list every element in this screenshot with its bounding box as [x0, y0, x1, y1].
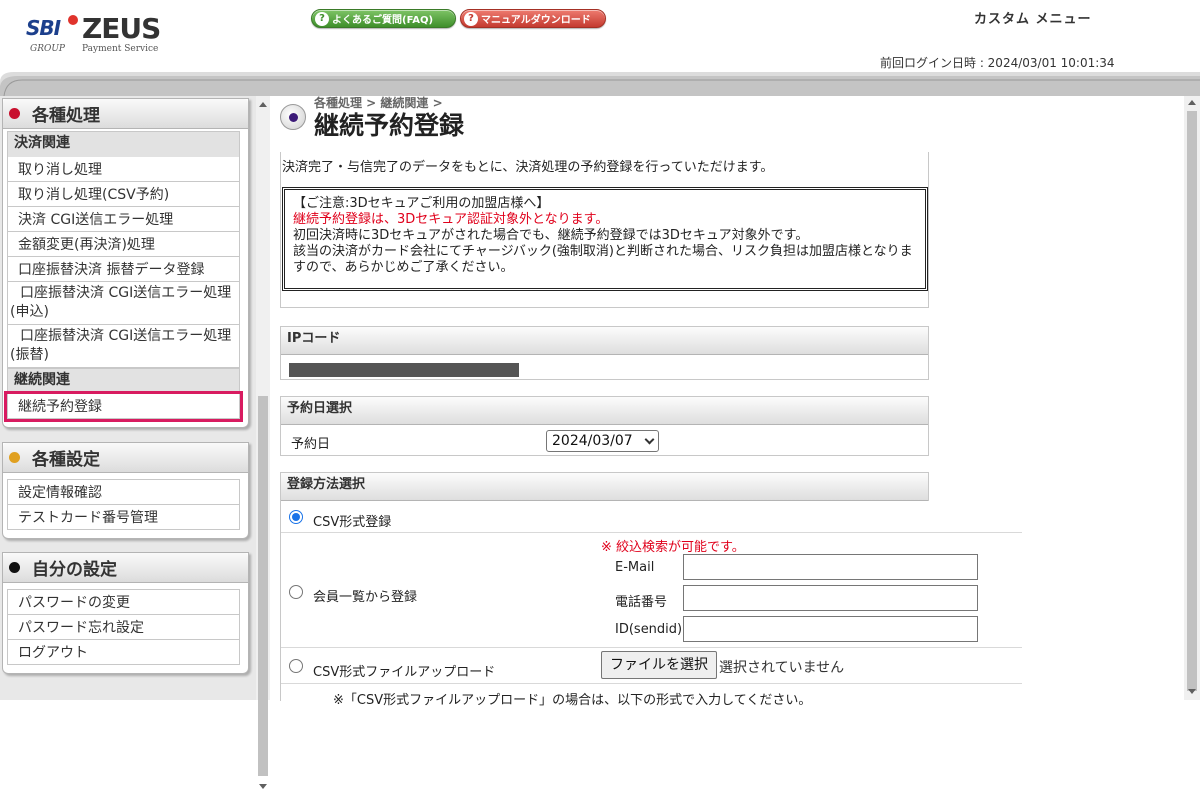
custom-menu-link[interactable]: カスタム メニュー — [974, 8, 1092, 27]
chevron-down-icon — [644, 434, 655, 445]
ip-code-header: IPコード — [281, 327, 928, 355]
page-description: 決済完了・与信完了のデータをもとに、決済処理の予約登録を行っていただけます。 — [282, 160, 774, 175]
sidebar-item-cancel[interactable]: 取り消し処理 — [7, 157, 240, 182]
reservation-date-select[interactable]: 2024/03/07 — [546, 430, 659, 452]
faq-button[interactable]: ? よくあるご質問(FAQ) — [311, 9, 456, 28]
red-dot-icon — [9, 108, 20, 119]
reservation-date-value: 2024/03/07 — [552, 433, 633, 449]
category-recurring: 継続関連 — [7, 368, 240, 394]
sidebar-item-bank-cgi-error-apply[interactable]: 口座振替決済 CGI送信エラー処理(申込) — [7, 282, 240, 325]
scroll-up-arrow-icon[interactable] — [1188, 100, 1196, 105]
manual-download-button[interactable]: ? マニュアルダウンロード — [460, 9, 606, 28]
logo-payment-text: Payment Service — [82, 44, 159, 54]
page-title: 継続予約登録 — [314, 111, 465, 140]
sidebar-item-cgi-error[interactable]: 決済 CGI送信エラー処理 — [7, 207, 240, 232]
my-settings-panel-header[interactable]: 自分の設定 — [3, 553, 248, 583]
sidebar-item-settings-info[interactable]: 設定情報確認 — [7, 479, 240, 505]
notice-line-4: 該当の決済がカード会社にてチャージバック(強制取消)と判断された場合、リスク負担… — [293, 244, 913, 275]
sendid-field[interactable] — [683, 616, 978, 642]
radio-csv-format[interactable] — [289, 510, 303, 524]
main-content: 各種処理 > 継続関連 > 継続予約登録 決済完了・与信完了のデータをもとに、決… — [270, 96, 1186, 708]
choose-file-button[interactable]: ファイルを選択 — [601, 651, 717, 679]
processing-panel: 各種処理 決済関連 取り消し処理 取り消し処理(CSV予約) 決済 CGI送信エ… — [2, 98, 249, 428]
settings-panel-header[interactable]: 各種設定 — [3, 443, 248, 473]
my-settings-menu: パスワードの変更 パスワード忘れ設定 ログアウト — [3, 583, 248, 673]
main-scroll-thumb[interactable] — [1187, 111, 1197, 691]
divider — [281, 532, 1022, 533]
manual-label: マニュアルダウンロード — [481, 15, 591, 26]
sidebar-item-logout[interactable]: ログアウト — [7, 640, 240, 665]
header: SBI ZEUS GROUP Payment Service ? よくあるご質問… — [0, 0, 1200, 96]
sidebar-scroll-thumb[interactable] — [258, 396, 268, 776]
my-settings-title: 自分の設定 — [32, 560, 117, 580]
sendid-label: ID(sendid) — [615, 622, 683, 637]
main-scrollbar[interactable] — [1184, 96, 1200, 700]
processing-panel-header[interactable]: 各種処理 — [3, 99, 248, 129]
logo-group-text: GROUP — [30, 44, 65, 54]
upload-format-note: ※「CSV形式ファイルアップロード」の場合は、以下の形式で入力してください。 — [333, 693, 812, 708]
security-notice-box: 【ご注意:3Dセキュアご利用の加盟店様へ】 継続予約登録は、3Dセキュア認証対象… — [282, 187, 928, 291]
sbi-zeus-logo[interactable]: SBI ZEUS GROUP Payment Service — [26, 12, 166, 58]
email-label: E-Mail — [615, 560, 655, 575]
sidebar-item-recurring-registration[interactable]: 継続予約登録 — [4, 391, 243, 422]
notice-warning: 継続予約登録は、3Dセキュア認証対象外となります。 — [293, 212, 609, 227]
sidebar-item-cancel-csv[interactable]: 取り消し処理(CSV予約) — [7, 182, 240, 207]
orange-dot-icon — [9, 452, 20, 463]
notice-heading: 【ご注意:3Dセキュアご利用の加盟店様へ】 — [293, 196, 550, 211]
logo-sun-icon — [68, 15, 78, 25]
processing-title: 各種処理 — [32, 106, 100, 126]
radio-csv-upload[interactable] — [289, 659, 303, 673]
method-options: CSV形式登録 ※ 絞込検索が可能です。 会員一覧から登録 E-Mail 電話番… — [280, 501, 1022, 708]
my-settings-panel: 自分の設定 パスワードの変更 パスワード忘れ設定 ログアウト — [2, 552, 249, 674]
question-icon: ? — [315, 11, 329, 26]
header-swoosh-decoration — [0, 72, 1200, 96]
ip-code-card: IPコード — [280, 326, 929, 380]
filter-note: ※ 絞込検索が可能です。 — [601, 540, 745, 555]
settings-title: 各種設定 — [32, 450, 100, 470]
scroll-down-arrow-icon[interactable] — [259, 784, 267, 789]
divider — [281, 647, 1022, 648]
sidebar: 各種処理 決済関連 取り消し処理 取り消し処理(CSV予約) 決済 CGI送信エ… — [0, 96, 256, 700]
sidebar-item-password-forgot[interactable]: パスワード忘れ設定 — [7, 615, 240, 640]
option-member-label: 会員一覧から登録 — [313, 590, 418, 605]
logo-sbi-text: SBI — [26, 16, 61, 40]
settings-panel: 各種設定 設定情報確認 テストカード番号管理 — [2, 442, 249, 539]
title-bullet-icon — [280, 104, 306, 130]
category-payment: 決済関連 — [7, 131, 240, 157]
processing-menu: 決済関連 取り消し処理 取り消し処理(CSV予約) 決済 CGI送信エラー処理 … — [3, 129, 248, 427]
black-dot-icon — [9, 562, 20, 573]
divider — [281, 683, 1022, 684]
sidebar-item-password-change[interactable]: パスワードの変更 — [7, 589, 240, 615]
option-csv-label: CSV形式登録 — [313, 515, 392, 530]
scroll-up-arrow-icon[interactable] — [259, 102, 267, 107]
sidebar-item-bank-cgi-error-transfer[interactable]: 口座振替決済 CGI送信エラー処理(振替) — [7, 325, 240, 368]
sidebar-item-amount-change[interactable]: 金額変更(再決済)処理 — [7, 232, 240, 257]
method-card: 登録方法選択 — [280, 472, 929, 502]
date-select-header: 予約日選択 — [281, 397, 928, 425]
logo-zeus-text: ZEUS — [82, 12, 161, 45]
file-status: 選択されていません — [719, 660, 845, 676]
date-select-card: 予約日選択 予約日 2024/03/07 — [280, 396, 929, 456]
phone-field[interactable] — [683, 585, 978, 611]
faq-label: よくあるご質問(FAQ) — [332, 15, 434, 26]
radio-member-list[interactable] — [289, 585, 303, 599]
method-header: 登録方法選択 — [281, 473, 928, 501]
settings-menu: 設定情報確認 テストカード番号管理 — [3, 473, 248, 538]
scroll-down-arrow-icon[interactable] — [1188, 689, 1196, 694]
option-upload-label: CSV形式ファイルアップロード — [313, 665, 496, 680]
notice-line-3: 初回決済時に3Dセキュアがされた場合でも、継続予約登録では3Dセキュア対象外です… — [293, 228, 809, 243]
ip-code-redacted-value — [289, 363, 519, 377]
sidebar-item-bank-transfer-data[interactable]: 口座振替決済 振替データ登録 — [7, 257, 240, 282]
email-field[interactable] — [683, 554, 978, 580]
reservation-date-label: 予約日 — [291, 437, 331, 452]
question-icon: ? — [464, 11, 478, 26]
phone-label: 電話番号 — [615, 595, 668, 610]
sidebar-scrollbar[interactable] — [256, 96, 270, 789]
sidebar-item-test-card[interactable]: テストカード番号管理 — [7, 505, 240, 530]
